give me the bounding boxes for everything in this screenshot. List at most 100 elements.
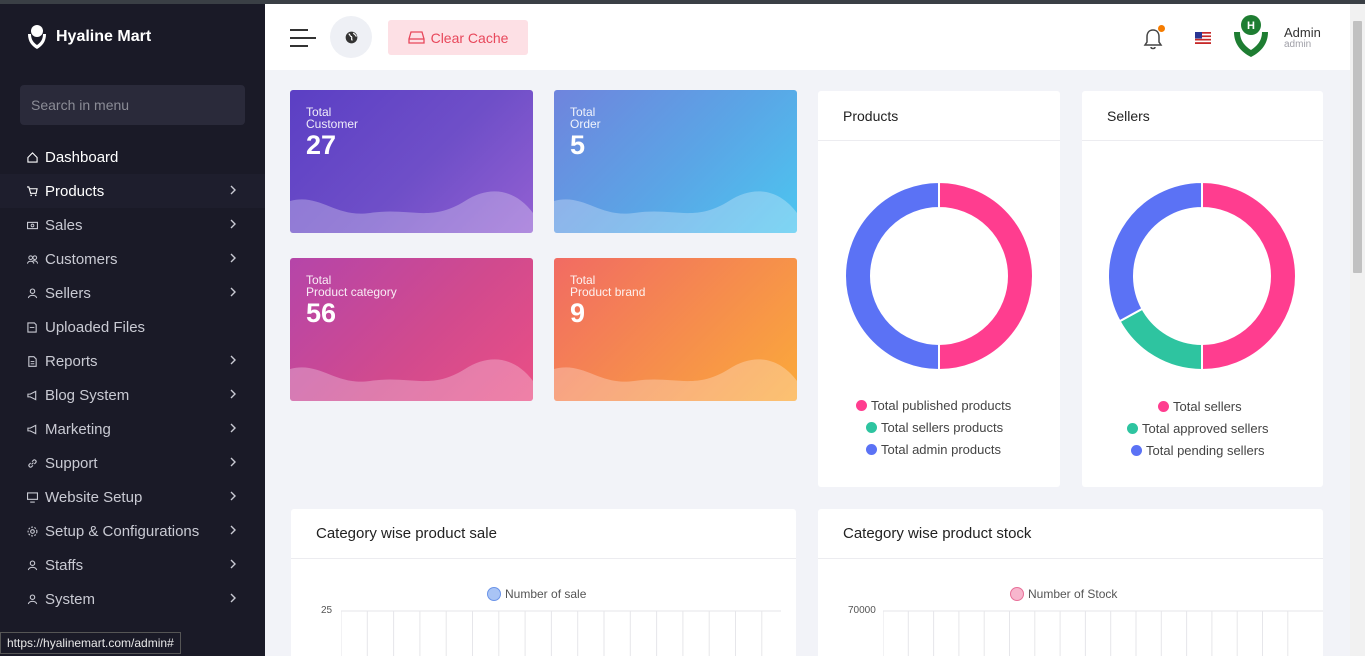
stat-label-2: Order [570,117,601,131]
sidebar-item-reports[interactable]: Reports [0,344,265,378]
legend-label: Total sellers products [881,420,1004,435]
sidebar-menu: Dashboard Products Sales Customers Sellers Up… [0,140,265,616]
sidebar-item-sales[interactable]: Sales [0,208,265,242]
sidebar-item-dashboard[interactable]: Dashboard [0,140,265,174]
donut-slice[interactable] [1201,180,1297,372]
sidebar-item-website-setup[interactable]: Website Setup [0,480,265,514]
sidebar-item-label: Reports [45,352,98,370]
chart-legend-item[interactable]: Number of sale [487,587,586,601]
admin-role: admin [1284,39,1312,50]
sidebar-item-customers[interactable]: Customers [0,242,265,276]
legend-label: Total published products [871,398,1012,413]
wave-decoration [554,359,797,401]
sidebar-item-marketing[interactable]: Marketing [0,412,265,446]
legend-item[interactable]: Total approved sellers [1127,421,1268,436]
divider [291,558,796,559]
hyaline-logo-icon [28,25,46,49]
sidebar-item-label: Sales [45,216,83,234]
scrollbar-thumb[interactable] [1353,21,1362,273]
chevron-right-icon [230,559,236,569]
stat-card-categories: Total Product category 56 [290,258,533,401]
wave-decoration [290,359,533,401]
legend-swatch [1010,587,1024,601]
legend-swatch [856,400,867,411]
legend-item[interactable]: Total sellers products [866,420,1003,435]
chevron-right-icon [230,287,236,297]
chevron-right-icon [230,355,236,365]
admin-name[interactable]: Admin [1284,25,1321,40]
page-scrollbar[interactable] [1350,4,1365,656]
stock-chart-grid [883,610,1323,656]
chevron-right-icon [230,457,236,467]
chevron-right-icon [230,219,236,229]
category-stock-panel: Category wise product stock Number of St… [818,509,1323,656]
wave-decoration [554,191,797,233]
panel-title: Category wise product stock [843,525,1032,542]
gear-icon [26,525,39,538]
legend-swatch [487,587,501,601]
legend-item[interactable]: Total published products [856,398,1011,413]
clear-cache-label: Clear Cache [430,29,509,46]
desktop-icon [26,491,39,504]
view-site-button[interactable] [330,16,372,58]
admin-avatar[interactable]: H [1233,14,1269,58]
sidebar-item-label: Marketing [45,420,111,438]
sidebar-item-staffs[interactable]: Staffs [0,548,265,582]
us-flag-icon[interactable] [1195,32,1211,44]
stat-label-2: Product category [306,285,397,299]
chevron-right-icon [230,593,236,603]
donut-slice[interactable] [1107,180,1203,323]
menu-toggle-icon[interactable] [290,28,316,48]
money-icon [26,219,39,232]
divider [1082,140,1323,141]
top-header: Clear Cache H Admin admin [265,4,1350,70]
sidebar-item-uploaded-files[interactable]: Uploaded Files [0,310,265,344]
users-icon [26,253,39,266]
legend-label: Total pending sellers [1146,443,1265,458]
sidebar: Hyaline Mart Dashboard Products Sales Custo… [0,4,265,656]
stat-value: 27 [306,130,337,160]
stat-value: 9 [570,298,586,328]
hard-drive-icon [407,31,425,44]
globe-icon [345,31,357,43]
legend-item[interactable]: Total pending sellers [1131,443,1265,458]
panel-title: Category wise product sale [316,525,497,542]
stat-value: 56 [306,298,337,328]
sidebar-item-label: Website Setup [45,488,143,506]
chevron-right-icon [230,491,236,501]
sidebar-item-label: Staffs [45,556,84,574]
sidebar-item-blog-system[interactable]: Blog System [0,378,265,412]
legend-item[interactable]: Total admin products [866,442,1001,457]
link-icon [26,457,39,470]
y-tick-label: 70000 [848,605,876,616]
legend-swatch [1131,445,1142,456]
sale-chart-grid [341,610,781,656]
chevron-right-icon [230,423,236,433]
user-icon [26,287,39,300]
donut-slice[interactable] [844,180,940,372]
sidebar-item-sellers[interactable]: Sellers [0,276,265,310]
stat-label-2: Product brand [570,285,646,299]
sidebar-item-setup-configurations[interactable]: Setup & Configurations [0,514,265,548]
sidebar-item-system[interactable]: System [0,582,265,616]
legend-item[interactable]: Total sellers [1158,399,1242,414]
legend-swatch [1127,423,1138,434]
panel-title: Sellers [1107,108,1150,124]
chevron-right-icon [230,389,236,399]
divider [818,558,1323,559]
stat-card-customers: Total Customer 27 [290,90,533,233]
donut-slice[interactable] [938,180,1034,372]
chart-legend-item[interactable]: Number of Stock [1010,587,1117,601]
legend-label: Total approved sellers [1142,421,1269,436]
chevron-right-icon [230,185,236,195]
sidebar-item-products[interactable]: Products [0,174,265,208]
legend-label: Total admin products [881,442,1001,457]
clear-cache-button[interactable]: Clear Cache [388,20,528,55]
menu-search-input[interactable] [20,85,245,125]
megaphone-icon [26,389,39,402]
donut-slice[interactable] [1118,307,1203,372]
brand[interactable]: Hyaline Mart [26,24,151,50]
user-icon [26,559,39,572]
sidebar-item-support[interactable]: Support [0,446,265,480]
chevron-right-icon [230,525,236,535]
